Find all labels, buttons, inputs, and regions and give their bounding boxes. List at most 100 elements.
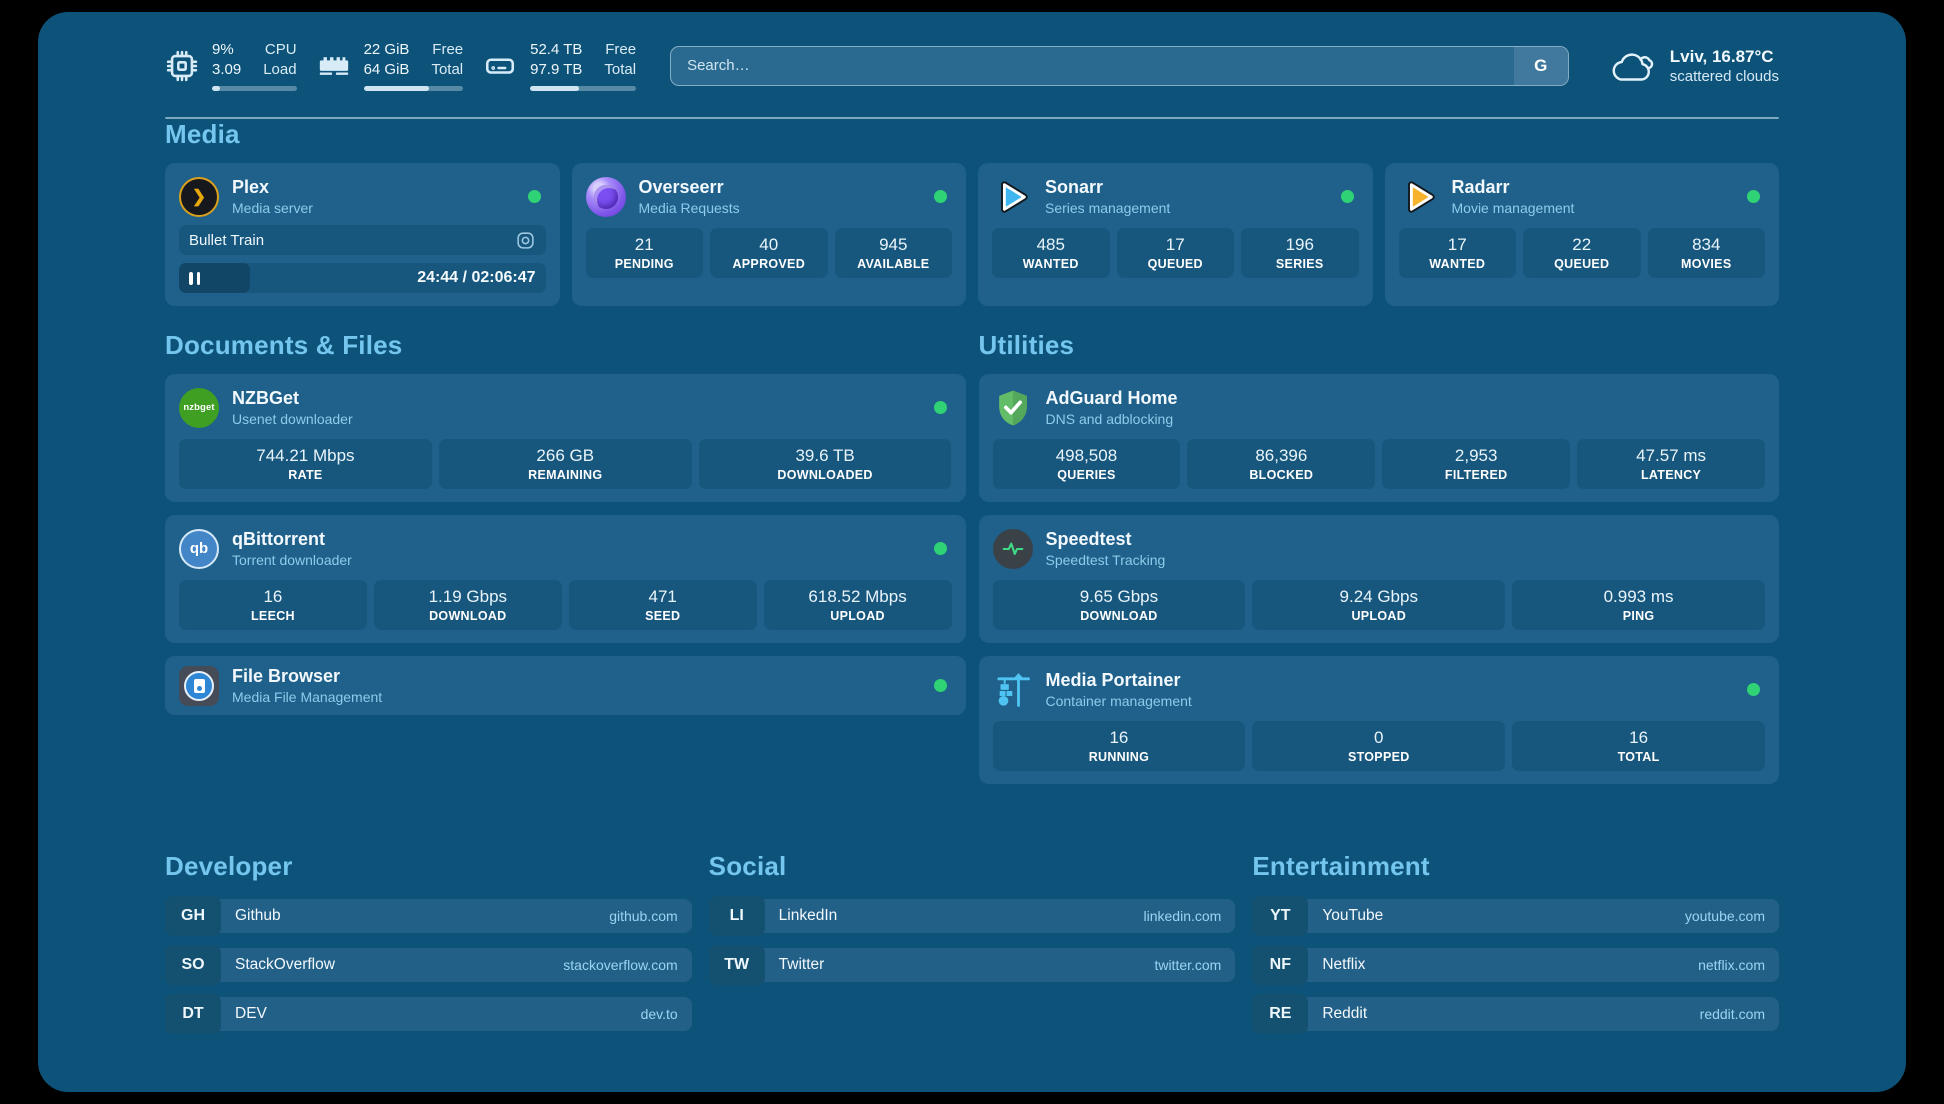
service-card-qbittorrent[interactable]: qb qBittorrent Torrent downloader 16LEEC… xyxy=(165,515,966,643)
memory-stat: 22 GiB64 GiB FreeTotal xyxy=(317,40,464,91)
system-stats: 9%3.09 CPULoad xyxy=(165,40,636,91)
bookmark-group-social: Social LI LinkedInlinkedin.com TW Twitte… xyxy=(709,851,1236,1034)
service-subtitle: Speedtest Tracking xyxy=(1046,551,1166,569)
bookmark-linkedin[interactable]: LI LinkedInlinkedin.com xyxy=(709,896,1236,936)
service-card-sonarr[interactable]: Sonarr Series management 485WANTED 17QUE… xyxy=(978,163,1373,306)
service-card-portainer[interactable]: Media Portainer Container management 16R… xyxy=(979,656,1780,784)
bookmark-youtube[interactable]: YT YouTubeyoutube.com xyxy=(1252,896,1779,936)
search-input[interactable] xyxy=(670,46,1569,86)
search-engine-button[interactable]: G xyxy=(1514,47,1568,85)
pause-icon[interactable] xyxy=(189,272,200,285)
service-card-radarr[interactable]: Radarr Movie management 17WANTED 22QUEUE… xyxy=(1385,163,1780,306)
bookmarks-area: Developer GH Githubgithub.com SO StackOv… xyxy=(165,851,1779,1034)
bookmark-twitter[interactable]: TW Twittertwitter.com xyxy=(709,945,1236,985)
weather-widget[interactable]: Lviv, 16.87°C scattered clouds xyxy=(1611,46,1779,86)
bookmark-url: twitter.com xyxy=(1154,957,1221,973)
stat-tile: 16TOTAL xyxy=(1512,721,1765,771)
section-title-utilities: Utilities xyxy=(979,330,1780,361)
service-card-nzbget[interactable]: nzbget NZBGet Usenet downloader 744.21 M… xyxy=(165,374,966,502)
bookmark-url: netflix.com xyxy=(1698,957,1765,973)
bookmark-url: reddit.com xyxy=(1700,1006,1765,1022)
bookmark-dev[interactable]: DT DEV dev.to xyxy=(165,994,692,1034)
nzbget-icon: nzbget xyxy=(179,388,219,428)
bookmark-url: linkedin.com xyxy=(1144,908,1222,924)
portainer-crane-icon xyxy=(993,670,1033,710)
memory-icon xyxy=(317,49,351,83)
bookmark-url: github.com xyxy=(609,908,677,924)
service-card-adguard[interactable]: AdGuard Home DNS and adblocking 498,508Q… xyxy=(979,374,1780,502)
status-dot-online xyxy=(934,542,947,555)
section-title-documents: Documents & Files xyxy=(165,330,966,361)
media-card-grid: ❯ Plex Media server Bullet Train 24:44 /… xyxy=(165,163,1779,306)
bookmark-name: Github xyxy=(235,907,281,925)
status-dot-online xyxy=(934,401,947,414)
service-subtitle: Media File Management xyxy=(232,688,382,706)
disk-labels: FreeTotal xyxy=(604,40,636,80)
bookmark-reddit[interactable]: RE Redditreddit.com xyxy=(1252,994,1779,1034)
bookmark-group-entertainment: Entertainment YT YouTubeyoutube.com NF N… xyxy=(1252,851,1779,1034)
top-bar: 9%3.09 CPULoad xyxy=(165,40,1779,91)
bookmark-url: stackoverflow.com xyxy=(563,957,677,973)
service-title: Sonarr xyxy=(1045,176,1170,198)
weather-condition: scattered clouds xyxy=(1670,67,1779,86)
documents-column: Documents & Files nzbget NZBGet Usenet d… xyxy=(165,330,966,797)
playback-progress-row: 24:44 / 02:06:47 xyxy=(179,263,546,293)
disk-stat: 52.4 TB97.9 TB FreeTotal xyxy=(483,40,636,91)
bookmark-abbr: RE xyxy=(1252,994,1308,1034)
adguard-shield-icon xyxy=(993,388,1033,428)
stat-tile: 266 GBREMAINING xyxy=(439,439,692,489)
bookmark-github[interactable]: GH Githubgithub.com xyxy=(165,896,692,936)
stat-tile: 945AVAILABLE xyxy=(835,228,953,278)
now-playing-row: Bullet Train xyxy=(179,225,546,255)
gear-icon[interactable] xyxy=(515,230,536,251)
radarr-icon xyxy=(1399,177,1439,217)
stat-tile: 9.65 GbpsDOWNLOAD xyxy=(993,580,1246,630)
bookmark-group-title: Entertainment xyxy=(1252,851,1779,882)
filebrowser-icon xyxy=(179,666,219,706)
stat-tile: 834MOVIES xyxy=(1648,228,1766,278)
plex-icon: ❯ xyxy=(179,177,219,217)
stat-tile: 22QUEUED xyxy=(1523,228,1641,278)
stat-tile: 618.52 MbpsUPLOAD xyxy=(764,580,952,630)
cpu-values: 9%3.09 xyxy=(212,40,241,80)
bookmark-name: Netflix xyxy=(1322,956,1365,974)
service-subtitle: Movie management xyxy=(1452,199,1575,217)
stat-tile: 39.6 TBDOWNLOADED xyxy=(699,439,952,489)
service-title: Plex xyxy=(232,176,313,198)
service-title: NZBGet xyxy=(232,387,353,409)
bookmark-url: dev.to xyxy=(641,1006,678,1022)
status-dot-online xyxy=(528,190,541,203)
service-card-speedtest[interactable]: Speedtest Speedtest Tracking 9.65 GbpsDO… xyxy=(979,515,1780,643)
bookmark-stackoverflow[interactable]: SO StackOverflowstackoverflow.com xyxy=(165,945,692,985)
service-title: Overseerr xyxy=(639,176,740,198)
stat-tile: 16LEECH xyxy=(179,580,367,630)
cpu-stat: 9%3.09 CPULoad xyxy=(165,40,297,91)
stat-tile: 2,953FILTERED xyxy=(1382,439,1570,489)
stat-tile: 498,508QUERIES xyxy=(993,439,1181,489)
search-box: G xyxy=(670,46,1569,86)
stat-tile: 0STOPPED xyxy=(1252,721,1505,771)
bookmark-abbr: LI xyxy=(709,896,765,936)
service-subtitle: Media server xyxy=(232,199,313,217)
service-card-overseerr[interactable]: Overseerr Media Requests 21PENDING 40APP… xyxy=(572,163,967,306)
bookmark-abbr: YT xyxy=(1252,896,1308,936)
now-playing-title: Bullet Train xyxy=(189,232,264,249)
stat-tile: 485WANTED xyxy=(992,228,1110,278)
bookmark-netflix[interactable]: NF Netflixnetflix.com xyxy=(1252,945,1779,985)
cpu-labels: CPULoad xyxy=(263,40,296,80)
service-card-filebrowser[interactable]: File Browser Media File Management xyxy=(165,656,966,715)
service-card-plex[interactable]: ❯ Plex Media server Bullet Train 24:44 /… xyxy=(165,163,560,306)
bookmark-group-title: Developer xyxy=(165,851,692,882)
stat-tile: 471SEED xyxy=(569,580,757,630)
stat-tile: 40APPROVED xyxy=(710,228,828,278)
stat-tile: 9.24 GbpsUPLOAD xyxy=(1252,580,1505,630)
qbittorrent-icon: qb xyxy=(179,529,219,569)
bookmark-abbr: DT xyxy=(165,994,221,1034)
memory-labels: FreeTotal xyxy=(431,40,463,80)
stat-tile: 196SERIES xyxy=(1241,228,1359,278)
stat-tile: 17QUEUED xyxy=(1117,228,1235,278)
stat-tile: 0.993 msPING xyxy=(1512,580,1765,630)
service-title: AdGuard Home xyxy=(1046,387,1178,409)
status-dot-online xyxy=(934,190,947,203)
bookmark-name: DEV xyxy=(235,1005,267,1023)
